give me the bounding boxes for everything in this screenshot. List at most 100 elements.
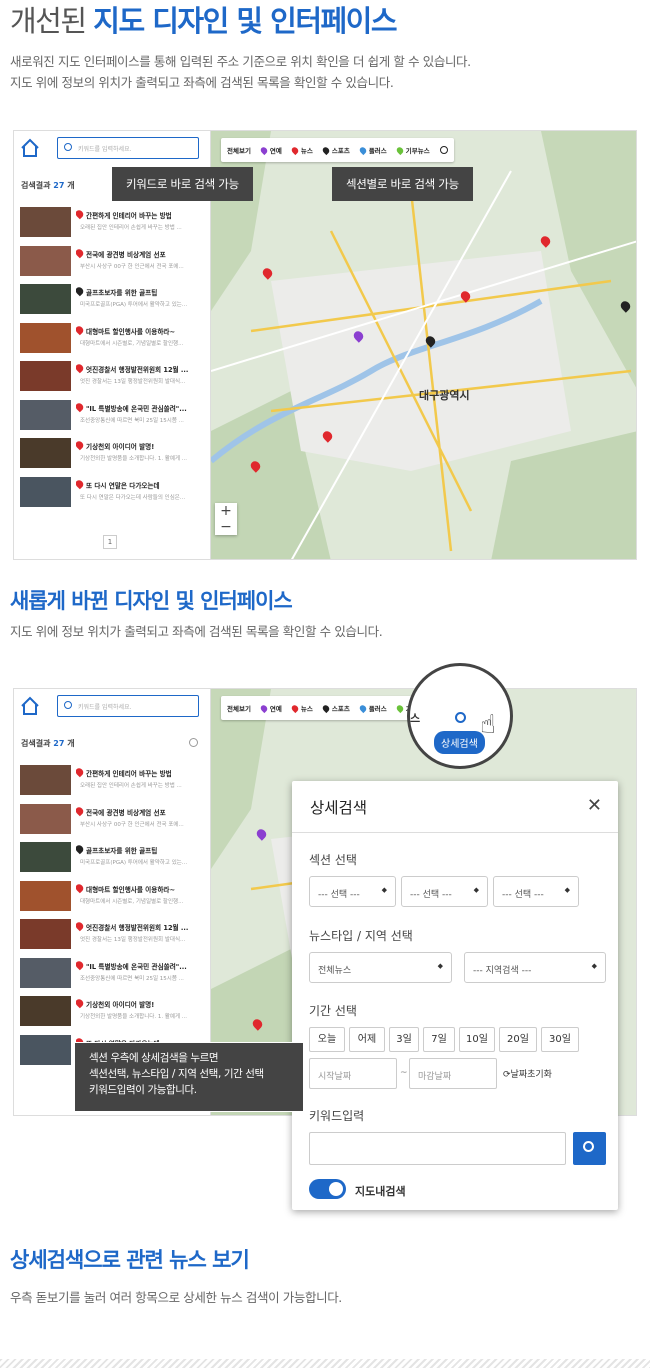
period-button[interactable]: 어제 (349, 1027, 385, 1052)
section-tabs: 전체보기 연예 뉴스 스포츠 플러스 기부뉴스 (221, 138, 454, 162)
result-list: 간편하게 인테리어 바꾸는 방법 오래된 집안 인테리어 손쉽게 바꾸는 방법 .… (20, 205, 206, 513)
thumbnail-image (20, 996, 71, 1026)
pin-icon (358, 145, 368, 155)
section2-desc: 지도 위에 정보 위치가 출력되고 좌측에 검색된 목록을 확인할 수 있습니다… (10, 624, 383, 639)
list-item[interactable]: 전국에 광견병 비상계엄 선포 부산시 사상구 00구 한 인근에서 전국 포에.… (20, 244, 206, 283)
detail-search-icon[interactable] (455, 712, 466, 723)
thumbnail-image (20, 207, 71, 237)
map-search-toggle[interactable] (309, 1179, 346, 1199)
type-select-label: 뉴스타입 / 지역 선택 (309, 929, 413, 943)
period-button[interactable]: 오늘 (309, 1027, 345, 1052)
tab-2[interactable]: 뉴스 (290, 145, 313, 155)
section-select-1[interactable]: --- 선택 --- (309, 876, 396, 907)
period-button[interactable]: 20일 (499, 1027, 537, 1052)
list-item[interactable]: 또 다시 연말은 다가오는데또 다시 연말은 다가오는데 사람들의 인심은... (20, 475, 206, 514)
pin-icon (76, 210, 85, 220)
thumbnail-image (20, 399, 71, 430)
date-tilde: ~ (400, 1068, 408, 1078)
list-item[interactable]: 간편하게 인테리어 바꾸는 방법 오래된 집안 인테리어 손쉽게 바꾸는 방법 .… (20, 763, 206, 802)
pin-icon (76, 768, 85, 778)
tab-1[interactable]: 연예 (259, 703, 282, 713)
pin-icon (76, 999, 85, 1009)
list-item[interactable]: 대형마트 할인행사를 이용하라~ 대형마트에서 시즌별로, 기념일별로 할인행..… (20, 879, 206, 918)
section1-title: 개선된 지도 디자인 및 인터페이스 (10, 4, 398, 38)
pin-icon (76, 248, 85, 258)
section-select-3[interactable]: --- 선택 --- (493, 876, 579, 907)
locate-icon[interactable] (189, 738, 198, 747)
thumbnail-image (20, 957, 71, 988)
list-item[interactable]: 골프초보자를 위한 골프팁 미국프로골프(PGA) 투어에서 활약하고 있는... (20, 282, 206, 321)
section-select-2[interactable]: --- 선택 --- (401, 876, 488, 907)
pin-icon (76, 845, 85, 855)
news-type-select[interactable]: 전체뉴스 (309, 952, 452, 983)
result-count: 검색결과 27 개 (21, 181, 75, 190)
list-item[interactable]: 기상천외 아이디어 발명! 기상천외한 발명품을 소개합니다. 1. 활예게 ..… (20, 436, 206, 475)
list-item[interactable]: 대형마트 할인행사를 이용하라~ 대형마트에서 시즌별로, 기념일별로 할인행..… (20, 321, 206, 360)
pin-icon (290, 703, 300, 713)
section2-title: 새롭게 바뀐 디자인 및 인터페이스 (10, 589, 293, 613)
list-item[interactable]: 전국에 광견병 비상계엄 선포부산시 사상구 00구 한 인근에서 전국 포에.… (20, 802, 206, 841)
item-title: 전국에 광견병 비상계엄 선포 (76, 806, 204, 817)
map-city-label: 대구광역시 (419, 389, 470, 402)
tab-5[interactable]: 기부뉴스 (395, 145, 430, 155)
period-button[interactable]: 30일 (541, 1027, 579, 1052)
list-item[interactable]: 골프초보자를 위한 골프팁 미국프로골프(PGA) 투어에서 활약하고 있는... (20, 840, 206, 879)
list-item[interactable]: 엇진경찰서 행정발전위원회 12월 ... 엇진 경찰서는 13일 행정발전위원회… (20, 917, 206, 956)
detail-search-icon[interactable] (439, 146, 448, 154)
thumbnail-image (20, 361, 71, 391)
thumbnail-image (20, 438, 71, 468)
tab-0[interactable]: 전체보기 (227, 145, 251, 155)
item-desc: 대형마트에서 시즌별로, 기념일별로 할인행... (80, 340, 184, 347)
item-desc: 오래된 집안 인테리어 손쉽게 바꾸는 방법 ... (80, 783, 182, 789)
tab-3[interactable]: 스포츠 (321, 145, 350, 155)
search-input[interactable]: 키워드를 입력하세요. (57, 695, 199, 717)
start-date-input[interactable]: 시작날짜 (309, 1058, 397, 1089)
tab-2[interactable]: 뉴스 (290, 703, 313, 713)
tab-4[interactable]: 플러스 (358, 703, 387, 713)
pin-icon (76, 960, 85, 970)
zoom-control[interactable]: + − (215, 503, 237, 535)
tab-4[interactable]: 플러스 (358, 145, 387, 155)
list-item[interactable]: 간편하게 인테리어 바꾸는 방법 오래된 집안 인테리어 손쉽게 바꾸는 방법 .… (20, 205, 206, 244)
result-list: 간편하게 인테리어 바꾸는 방법 오래된 집안 인테리어 손쉽게 바꾸는 방법 .… (20, 763, 206, 1071)
end-date-input[interactable]: 마감날짜 (409, 1058, 497, 1089)
search-input[interactable]: 키워드를 입력하세요. (57, 137, 199, 159)
period-button[interactable]: 3일 (389, 1027, 419, 1052)
item-title: 대형마트 할인행사를 이용하라~ (76, 325, 204, 336)
date-reset-button[interactable]: ⟳날짜초기화 (503, 1067, 552, 1080)
tab-0[interactable]: 전체보기 (227, 703, 251, 713)
period-button[interactable]: 7일 (423, 1027, 455, 1052)
list-item[interactable]: "IL 특별방송에 온국민 관심쏠려"... 조선중앙통신에 따르면 북미 25일… (20, 398, 206, 437)
period-button[interactable]: 10일 (459, 1027, 495, 1052)
thumbnail-image (20, 842, 71, 872)
item-desc: 조선중앙통신에 따르면 북미 25일 15시쯤 ... (80, 975, 184, 982)
zoom-out-button[interactable]: − (215, 519, 237, 535)
list-item[interactable]: "IL 특별방송에 온국민 관심쏠려"... 조선중앙통신에 따르면 북미 25일… (20, 956, 206, 995)
item-desc: 부산시 사상구 00구 한 인근에서 전국 포에... (80, 821, 184, 828)
keyword-search-button[interactable] (573, 1132, 606, 1165)
keyword-input[interactable] (309, 1132, 566, 1165)
thumbnail-image (20, 803, 71, 834)
tab-3[interactable]: 스포츠 (321, 703, 350, 713)
item-desc: 또 다시 연말은 다가오는데 사람들의 인심은... (80, 494, 186, 501)
thumbnail-image (20, 880, 71, 911)
item-title: "IL 특별방송에 온국민 관심쏠려"... (76, 960, 204, 971)
pin-icon (358, 703, 368, 713)
pager-button[interactable]: 1 (103, 535, 117, 549)
home-icon[interactable] (19, 137, 41, 159)
region-select[interactable]: --- 지역검색 --- (464, 952, 606, 983)
tooltip-keyword: 키워드로 바로 검색 가능 (112, 167, 253, 201)
item-desc: 엇진 경찰서는 13일 행정발전위원회 발대식... (80, 937, 186, 943)
pin-icon (259, 703, 269, 713)
close-icon[interactable]: ✕ (587, 795, 602, 816)
section3-title: 상세검색으로 관련 뉴스 보기 (10, 1248, 250, 1272)
zoom-in-button[interactable]: + (215, 503, 237, 519)
section3-desc: 우측 돋보기를 눌러 여러 항목으로 상세한 뉴스 검색이 가능합니다. (10, 1290, 342, 1305)
thumbnail-image (20, 919, 71, 949)
thumbnail-image (20, 322, 71, 353)
home-icon[interactable] (19, 695, 41, 717)
list-item[interactable]: 기상천외 아이디어 발명! 기상천외한 발명품을 소개합니다. 1. 활예게 ..… (20, 994, 206, 1033)
refresh-icon: ⟳ (503, 1070, 511, 1080)
tab-1[interactable]: 연예 (259, 145, 282, 155)
list-item[interactable]: 엇진경찰서 행정발전위원회 12월 ... 엇진 경찰서는 13일 행정발전위원회… (20, 359, 206, 398)
